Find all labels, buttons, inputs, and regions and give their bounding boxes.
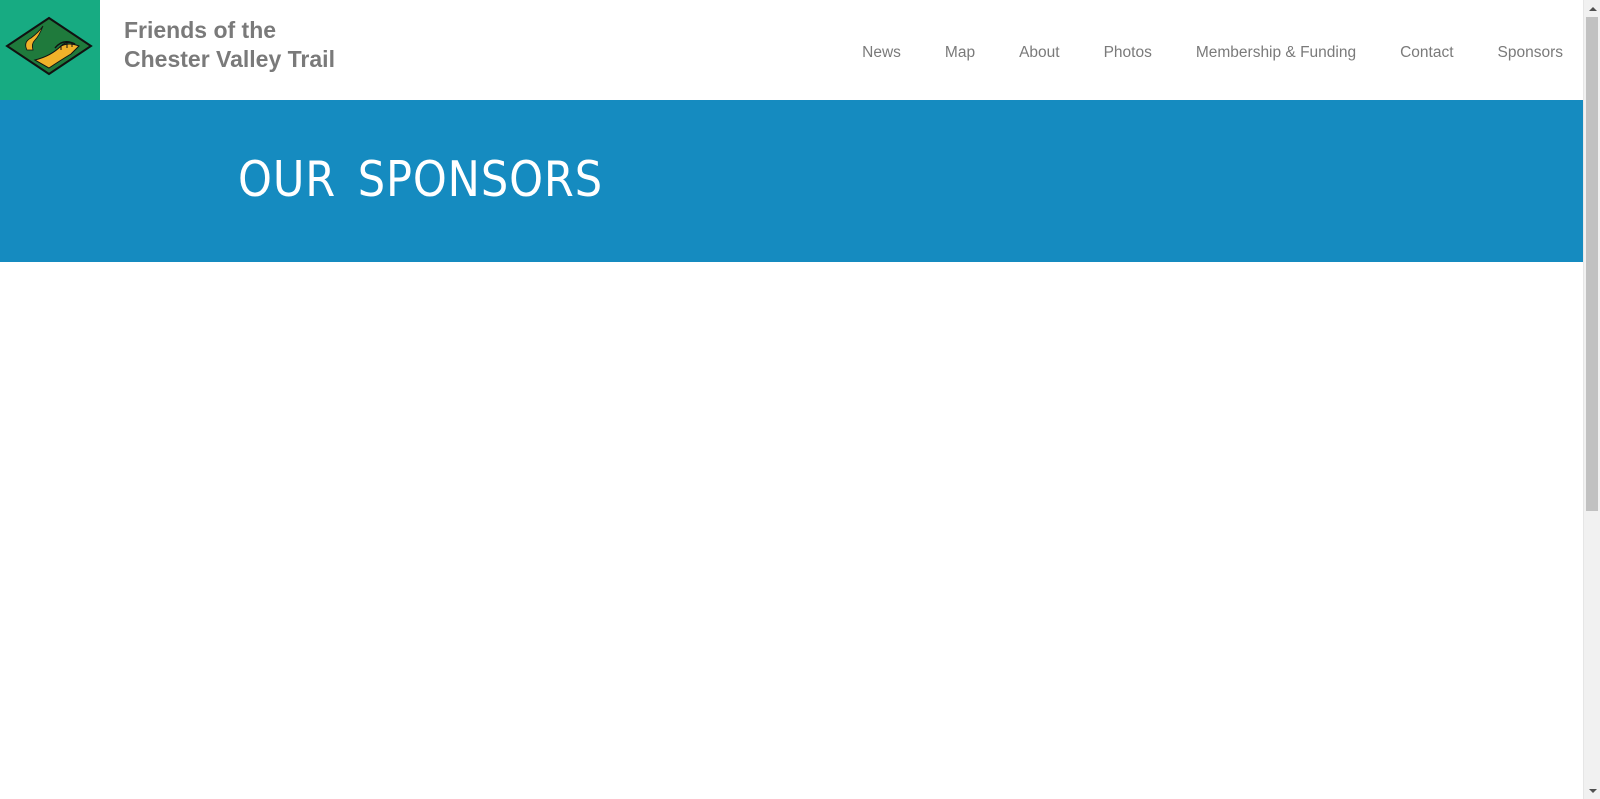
site-title-line2: Chester Valley Trail [124,46,335,72]
scrollbar-thumb[interactable] [1586,17,1598,511]
site-logo-link[interactable] [0,0,100,100]
trail-diamond-logo-icon [5,16,93,76]
page-title: OUR SPONSORS [238,151,603,208]
nav-item-membership-funding[interactable]: Membership & Funding [1196,44,1356,62]
nav-item-about[interactable]: About [1019,44,1060,62]
nav-item-sponsors[interactable]: Sponsors [1498,44,1563,62]
nav-item-news[interactable]: News [862,44,901,62]
scroll-down-arrow-icon[interactable] [1584,782,1600,799]
main-content-area [0,262,1583,799]
nav-item-photos[interactable]: Photos [1104,44,1152,62]
nav-item-map[interactable]: Map [945,44,975,62]
nav-item-contact[interactable]: Contact [1400,44,1453,62]
site-title-line1: Friends of the [124,17,277,43]
vertical-scrollbar[interactable] [1583,0,1600,799]
site-title[interactable]: Friends of the Chester Valley Trail [124,16,384,74]
scroll-up-arrow-icon[interactable] [1584,0,1600,17]
page-content: Friends of the Chester Valley Trail News… [0,0,1583,799]
main-nav: News Map About Photos Membership & Fundi… [818,44,1563,62]
page: Friends of the Chester Valley Trail News… [0,0,1600,799]
page-banner: OUR SPONSORS [0,100,1583,262]
site-header: Friends of the Chester Valley Trail News… [0,0,1583,100]
